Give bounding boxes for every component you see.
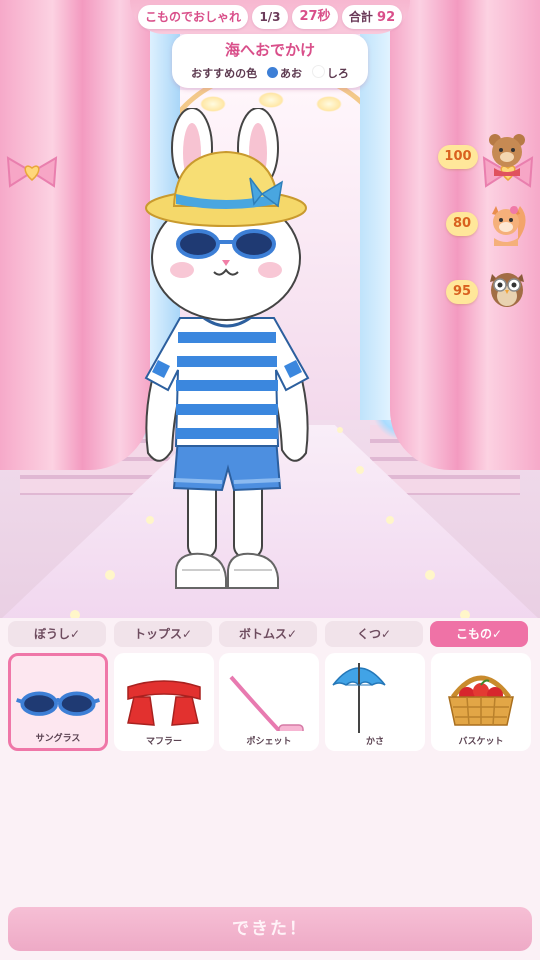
tab-accessories[interactable]: こもの✓	[430, 621, 528, 647]
done-button[interactable]: できた！	[8, 907, 532, 951]
game-title: こものでおしゃれ	[138, 5, 248, 29]
sunglasses-icon	[16, 691, 100, 716]
tab-shoes[interactable]: くつ✓	[325, 621, 423, 647]
straw-hat	[145, 150, 307, 227]
umbrella-icon	[332, 663, 386, 733]
squirrel-judge-icon	[492, 206, 526, 246]
item-label: マフラー	[145, 737, 182, 747]
color-name-white: しろ	[326, 67, 349, 80]
item-label: ポシェット	[246, 737, 292, 747]
tab-hat[interactable]: ぼうし✓	[8, 621, 106, 647]
item-sunglasses[interactable]: サングラス	[8, 653, 108, 751]
fashion-stage	[0, 0, 540, 618]
item-label: サングラス	[35, 734, 81, 744]
timer: 27秒	[292, 5, 338, 29]
recommend-label: おすすめの色	[191, 67, 258, 80]
scarf-icon	[127, 680, 201, 726]
owl-judge-icon	[490, 273, 524, 307]
tab-bottoms[interactable]: ボトムス✓	[219, 621, 317, 647]
theme-card: 海へおでかけ おすすめの色 あお しろ	[172, 34, 368, 88]
basket-icon	[448, 675, 514, 726]
bunny-character	[144, 108, 310, 589]
judge-score-3: 95	[446, 280, 478, 304]
bear-judge-icon	[489, 134, 525, 176]
curtain-left	[0, 0, 150, 470]
item-scarf[interactable]: マフラー	[114, 653, 214, 751]
total-score: 合計 92	[342, 5, 402, 29]
item-umbrella[interactable]: かさ	[325, 653, 425, 751]
spotlight-icon	[258, 92, 284, 108]
shoes	[175, 552, 279, 589]
item-pochette[interactable]: ポシェット	[219, 653, 319, 751]
recommended-colors: おすすめの色 あお しろ	[172, 65, 368, 81]
item-basket[interactable]: バスケット	[431, 653, 531, 751]
category-tabs: ぼうし✓ トップス✓ ボトムス✓ くつ✓ こもの✓	[8, 621, 534, 647]
item-label: バスケット	[458, 737, 504, 747]
color-name-blue: あお	[280, 67, 302, 80]
judge-score-1: 100	[438, 145, 478, 169]
item-label: かさ	[365, 737, 384, 747]
heart-bow-icon	[6, 156, 58, 188]
judge-score-2: 80	[446, 212, 478, 236]
pochette-icon	[229, 675, 304, 731]
total-label: 合計	[348, 10, 373, 24]
total-value: 92	[377, 10, 396, 25]
color-dot-white	[311, 65, 325, 78]
round-counter: 1/3	[252, 5, 288, 29]
tab-tops[interactable]: トップス✓	[114, 621, 212, 647]
theme-title: 海へおでかけ	[224, 41, 315, 59]
color-dot-blue	[267, 67, 278, 78]
